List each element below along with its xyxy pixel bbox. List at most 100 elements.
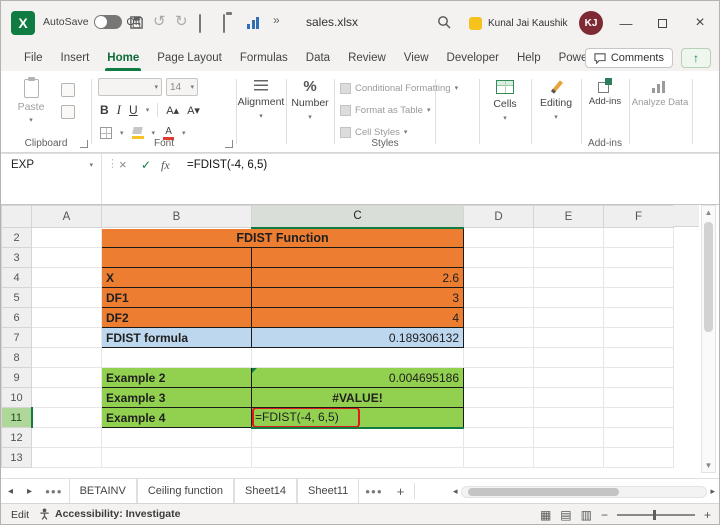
tab-formulas[interactable]: Formulas — [231, 45, 297, 71]
number-button[interactable]: % Number ▾ — [287, 80, 333, 121]
cell-B10[interactable]: Example 3 — [102, 388, 252, 408]
cell-E12[interactable] — [534, 428, 604, 448]
cell-A2[interactable] — [32, 228, 102, 248]
sheet-overflow-right-icon[interactable]: ●●● — [359, 479, 389, 503]
sheet-tab-ceiling-function[interactable]: Ceiling function — [137, 479, 234, 503]
cell-E13[interactable] — [534, 448, 604, 468]
vertical-scroll-thumb[interactable] — [704, 222, 713, 332]
cell-F5[interactable] — [604, 288, 674, 308]
underline-button[interactable]: U — [129, 103, 138, 117]
user-name[interactable]: Kunal Jai Kaushik — [488, 18, 568, 29]
row-header-3[interactable]: 3 — [2, 248, 32, 268]
cell-B6[interactable]: DF2 — [102, 308, 252, 328]
confirm-entry-icon[interactable]: ✓ — [141, 154, 151, 176]
cell-D10[interactable] — [464, 388, 534, 408]
tab-help[interactable]: Help — [508, 45, 550, 71]
horizontal-scrollbar[interactable]: ◂ ▸ — [453, 484, 715, 499]
cell-B3[interactable] — [102, 248, 252, 268]
normal-view-icon[interactable]: ▦ — [540, 508, 551, 522]
cell-C11[interactable]: =FDIST(-4, 6,5) — [252, 408, 464, 428]
cell-C8[interactable] — [252, 348, 464, 368]
format-as-table-button[interactable]: Format as Table▾ — [340, 101, 430, 119]
redo-icon[interactable]: ↻ — [175, 12, 188, 30]
cell-F8[interactable] — [604, 348, 674, 368]
font-dialog-launcher-icon[interactable] — [225, 140, 233, 148]
select-all-corner[interactable] — [2, 206, 32, 228]
zoom-slider-thumb[interactable] — [653, 510, 656, 520]
cell-A12[interactable] — [32, 428, 102, 448]
sheet-tab-sheet14[interactable]: Sheet14 — [234, 479, 297, 503]
cell-C5[interactable]: 3 — [252, 288, 464, 308]
cell-D7[interactable] — [464, 328, 534, 348]
sheet-tab-sheet11[interactable]: Sheet11 — [297, 479, 359, 503]
italic-button[interactable]: I — [117, 102, 121, 118]
cell-B4[interactable]: X — [102, 268, 252, 288]
row-header-13[interactable]: 13 — [2, 448, 32, 468]
cell-B2[interactable]: FDIST Function — [102, 228, 464, 248]
notification-icon[interactable] — [469, 17, 482, 30]
cell-B12[interactable] — [102, 428, 252, 448]
cut-icon[interactable] — [61, 83, 75, 97]
avatar[interactable]: KJ — [579, 11, 603, 35]
scroll-up-icon[interactable]: ▲ — [702, 208, 715, 217]
scroll-right-icon[interactable]: ▸ — [710, 486, 715, 497]
tab-view[interactable]: View — [395, 45, 438, 71]
font-name-select[interactable]: ▾ — [98, 78, 162, 96]
save-icon[interactable] — [129, 15, 144, 35]
cell-A7[interactable] — [32, 328, 102, 348]
cell-D9[interactable] — [464, 368, 534, 388]
column-header-D[interactable]: D — [464, 206, 534, 228]
analyze-data-button[interactable]: Analyze Data — [630, 80, 690, 108]
cell-D12[interactable] — [464, 428, 534, 448]
cell-D6[interactable] — [464, 308, 534, 328]
alignment-button[interactable]: Alignment ▾ — [237, 80, 285, 120]
paste-button[interactable]: Paste ▾ — [11, 79, 51, 124]
cell-E2[interactable] — [534, 228, 604, 248]
zoom-slider[interactable] — [617, 514, 695, 516]
row-header-2[interactable]: 2 — [2, 228, 32, 248]
sheet-tab-betainv[interactable]: BETAINV — [69, 479, 137, 503]
cell-D2[interactable] — [464, 228, 534, 248]
cell-C7[interactable]: 0.189306132 — [252, 328, 464, 348]
cell-E8[interactable] — [534, 348, 604, 368]
cell-F4[interactable] — [604, 268, 674, 288]
row-header-5[interactable]: 5 — [2, 288, 32, 308]
formula-input[interactable]: =FDIST(-4, 6,5) — [187, 154, 267, 176]
cell-A5[interactable] — [32, 288, 102, 308]
column-header-E[interactable]: E — [534, 206, 604, 228]
column-header-B[interactable]: B — [102, 206, 252, 228]
tab-review[interactable]: Review — [339, 45, 395, 71]
cell-C10[interactable]: #VALUE! — [252, 388, 464, 408]
column-header-F[interactable]: F — [604, 206, 674, 228]
cell-C12[interactable] — [252, 428, 464, 448]
clipboard-dialog-launcher-icon[interactable] — [80, 140, 88, 148]
cell-C9[interactable]: 0.004695186 — [252, 368, 464, 388]
editing-button[interactable]: Editing ▾ — [532, 80, 580, 121]
cell-A9[interactable] — [32, 368, 102, 388]
cell-F6[interactable] — [604, 308, 674, 328]
cell-E7[interactable] — [534, 328, 604, 348]
row-header-12[interactable]: 12 — [2, 428, 32, 448]
row-header-9[interactable]: 9 — [2, 368, 32, 388]
scroll-left-icon[interactable]: ◂ — [453, 486, 458, 497]
cancel-entry-icon[interactable]: × — [119, 154, 127, 176]
name-box[interactable]: EXP ▾ — [1, 154, 101, 176]
cell-D3[interactable] — [464, 248, 534, 268]
tab-data[interactable]: Data — [297, 45, 339, 71]
tab-page-layout[interactable]: Page Layout — [148, 45, 231, 71]
conditional-formatting-button[interactable]: Conditional Formatting▾ — [340, 79, 458, 97]
accessibility-status[interactable]: Accessibility: Investigate — [39, 508, 180, 520]
scroll-down-icon[interactable]: ▼ — [702, 461, 715, 470]
page-break-view-icon[interactable]: ▥ — [581, 508, 592, 522]
cell-D4[interactable] — [464, 268, 534, 288]
row-header-7[interactable]: 7 — [2, 328, 32, 348]
format-painter-icon[interactable] — [61, 105, 75, 119]
formula-bar-handle[interactable]: ⋮ — [107, 157, 118, 170]
horizontal-scroll-thumb[interactable] — [468, 488, 620, 496]
cell-A11[interactable] — [32, 408, 102, 428]
document-title[interactable]: sales.xlsx — [306, 15, 358, 29]
cell-A6[interactable] — [32, 308, 102, 328]
cell-C3[interactable] — [252, 248, 464, 268]
column-header-C[interactable]: C — [252, 206, 464, 228]
cell-C4[interactable]: 2.6 — [252, 268, 464, 288]
